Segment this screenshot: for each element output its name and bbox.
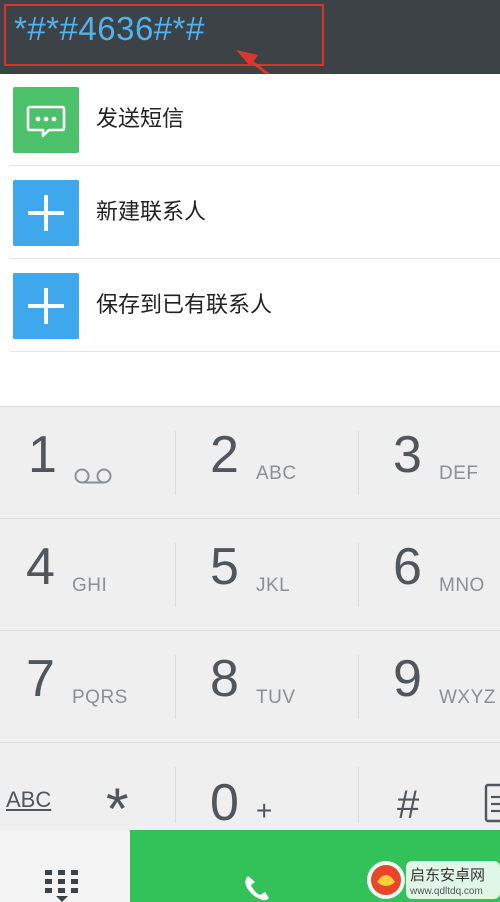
plus-icon [13, 180, 79, 246]
send-sms-action[interactable]: 发送短信 [0, 74, 500, 166]
abc-keyboard-key[interactable]: ABC [0, 743, 98, 831]
key-letters: JKL [256, 575, 291, 596]
divider [10, 351, 500, 352]
add-to-existing-contact-label: 保存到已有联系人 [96, 293, 273, 318]
dial-number-bar: *#*#4636#*# [0, 0, 500, 74]
key-8[interactable]: 8 TUV [176, 631, 342, 743]
key-7[interactable]: 7 PQRS [0, 631, 166, 743]
divider [10, 258, 500, 259]
dial-keypad: 1 2 ABC 3 DEF 4 GHI 5 JKL 6 MNO 7 PQRS 8… [0, 406, 500, 839]
phone-icon [242, 874, 272, 902]
call-button[interactable] [130, 830, 500, 902]
new-contact-action[interactable]: 新建联系人 [0, 167, 500, 259]
annotation-highlight-box [4, 4, 324, 66]
voicemail-icon [73, 468, 113, 488]
key-digit: 6 [393, 538, 422, 596]
plus-symbol: + [256, 795, 273, 826]
dialpad-icon [44, 870, 80, 902]
key-digit: 5 [210, 538, 239, 596]
add-to-existing-contact-action[interactable]: 保存到已有联系人 [0, 260, 500, 352]
key-letters: GHI [72, 575, 108, 596]
key-2[interactable]: 2 ABC [176, 407, 342, 519]
key-letters: PQRS [72, 687, 128, 708]
key-digit: 7 [26, 650, 55, 708]
key-letters: ABC [256, 463, 297, 484]
key-digit: 2 [210, 426, 239, 484]
key-9[interactable]: 9 WXYZ [359, 631, 500, 743]
key-0[interactable]: 0 + [176, 743, 342, 832]
key-star[interactable]: * [98, 743, 176, 839]
key-hash[interactable]: # [359, 743, 469, 831]
key-3[interactable]: 3 DEF [359, 407, 500, 519]
clipboard-icon[interactable] [484, 779, 500, 825]
key-digit: 0 [210, 774, 239, 832]
key-digit: 9 [393, 650, 422, 708]
key-digit: 8 [210, 650, 239, 708]
dial-actions-list: 发送短信 新建联系人 保存到已有联系人 [0, 74, 500, 406]
plus-icon [13, 273, 79, 339]
message-icon [13, 87, 79, 153]
key-6[interactable]: 6 MNO [359, 519, 500, 631]
key-1[interactable]: 1 [0, 407, 166, 519]
key-digit: 1 [28, 426, 57, 484]
new-contact-label: 新建联系人 [96, 200, 207, 225]
key-letters: WXYZ [439, 687, 496, 708]
key-letters: MNO [439, 575, 485, 596]
dialer-bottom-bar [0, 830, 500, 902]
divider [10, 165, 500, 166]
key-digit: 4 [26, 538, 55, 596]
key-5[interactable]: 5 JKL [176, 519, 342, 631]
dialpad-toggle-button[interactable] [0, 830, 128, 902]
hash-symbol: # [397, 783, 420, 827]
send-sms-label: 发送短信 [96, 107, 185, 132]
key-letters: DEF [439, 463, 479, 484]
key-digit: 3 [393, 426, 422, 484]
key-4[interactable]: 4 GHI [0, 519, 166, 631]
key-letters: TUV [256, 687, 296, 708]
abc-label: ABC [6, 787, 52, 812]
